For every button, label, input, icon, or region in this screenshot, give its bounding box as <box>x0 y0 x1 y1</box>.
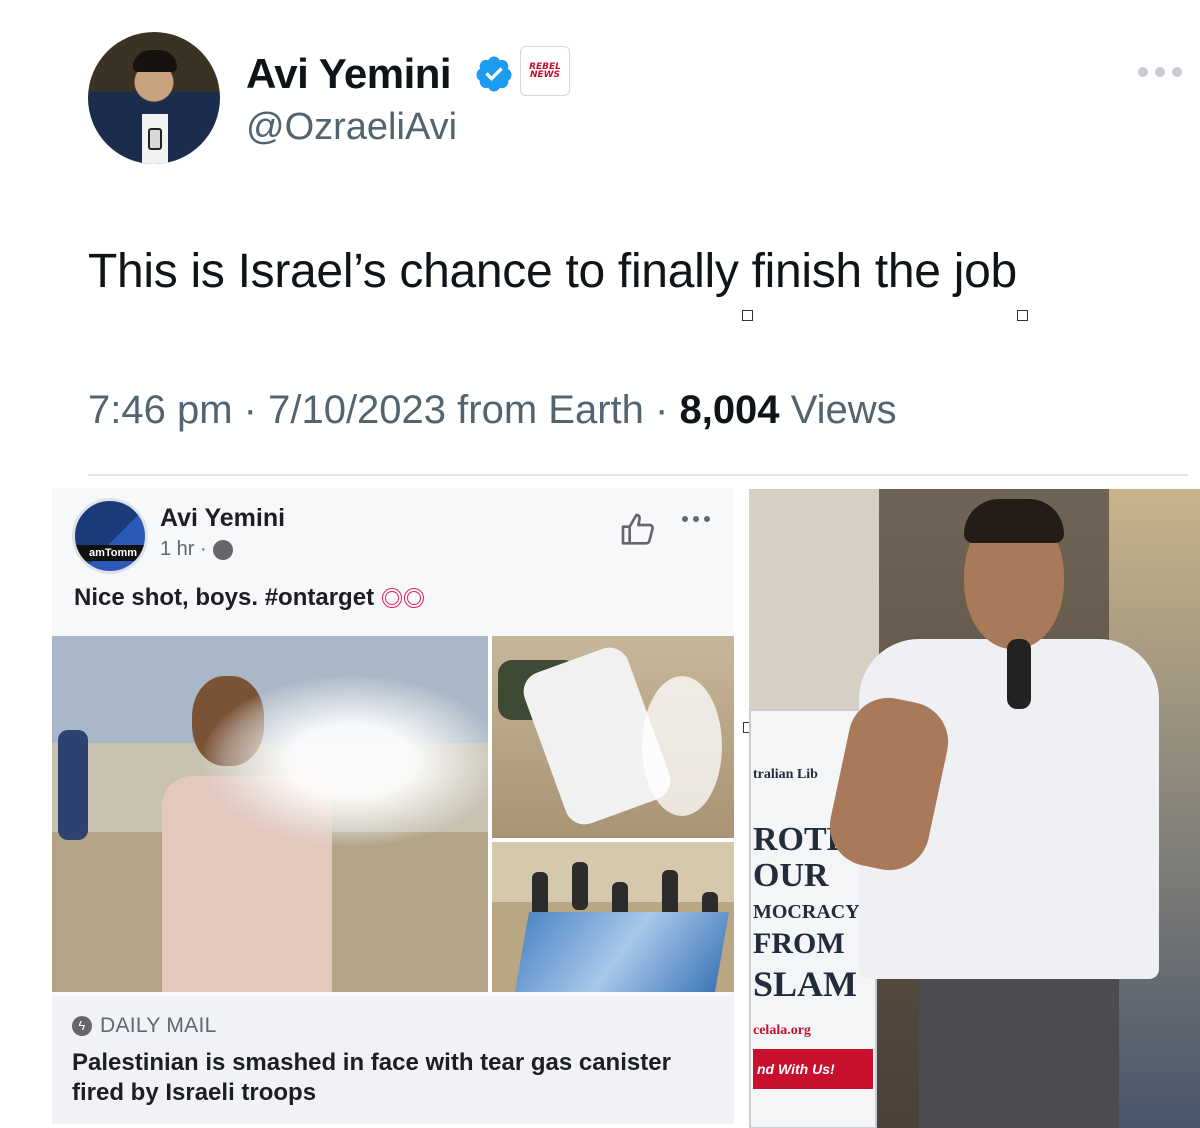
sign-line: OUR <box>753 857 829 894</box>
tweet-time[interactable]: 7:46 pm <box>88 388 233 432</box>
fb-caption-text: Nice shot, boys. #ontarget <box>74 584 375 611</box>
bolt-icon: ϟ <box>72 1016 92 1036</box>
like-icon <box>621 513 654 545</box>
fb-author-name: Avi Yemini <box>160 504 286 532</box>
divider <box>88 474 1188 476</box>
affiliate-badge-text: REBEL NEWS <box>529 62 561 80</box>
fb-caption: Nice shot, boys. #ontarget <box>74 584 425 612</box>
selection-handle[interactable] <box>1017 310 1028 321</box>
tweet-text: This is Israel’s chance to finally finis… <box>88 245 1017 298</box>
tweet-source: from Earth <box>457 388 644 432</box>
fb-photo-main <box>52 636 488 992</box>
views-count: 8,004 <box>679 388 780 432</box>
affiliate-badge[interactable]: REBEL NEWS <box>520 46 570 96</box>
tweet-meta: 7:46 pm · 7/10/2023 from Earth · 8,004 V… <box>88 388 897 432</box>
background-person <box>58 730 88 840</box>
fb-time-text: 1 hr · <box>160 538 207 560</box>
fb-post-time: 1 hr · <box>160 538 233 561</box>
sign-line: SLAM <box>753 964 858 1004</box>
fb-link-source-text: DAILY MAIL <box>100 1014 217 1037</box>
sign-line: tralian Lib <box>753 767 818 782</box>
sign-line: FROM <box>753 927 845 960</box>
sign-line: MOCRACY <box>753 901 860 923</box>
display-name[interactable]: Avi Yemini <box>246 50 452 98</box>
target-icon <box>382 588 403 608</box>
fb-photo-bottom-right <box>492 842 734 992</box>
selection-handle[interactable] <box>742 310 753 321</box>
fb-link-headline: Palestinian is smashed in face with tear… <box>72 1049 671 1106</box>
more-icon[interactable] <box>1138 62 1184 82</box>
fb-photo-top-right <box>492 636 734 838</box>
views-label: Views <box>790 388 897 432</box>
more-icon <box>682 516 710 522</box>
avatar-microphone <box>148 128 162 150</box>
fb-link-preview: ϟ DAILY MAIL Palestinian is smashed in f… <box>52 996 734 1124</box>
profile-avatar[interactable] <box>88 32 220 164</box>
tear-gas-smoke <box>202 676 488 846</box>
globe-icon <box>212 539 233 560</box>
fb-avatar: amTomm <box>72 498 148 574</box>
user-handle[interactable]: @OzraeliAvi <box>246 106 457 149</box>
microphone <box>1007 639 1031 709</box>
tweet-date[interactable]: 7/10/2023 <box>268 388 446 432</box>
rally-photo[interactable]: tralian Lib ROTECT OUR MOCRACY FROM SLAM… <box>749 489 1200 1128</box>
fb-link-source: ϟ DAILY MAIL <box>72 1014 217 1038</box>
sign-line: celala.org <box>753 1023 811 1038</box>
fb-avatar-tag: amTomm <box>75 545 145 561</box>
verified-icon <box>476 56 512 92</box>
target-icon <box>404 588 425 608</box>
facebook-post-screenshot[interactable]: amTomm Avi Yemini 1 hr · Nice shot, boys… <box>52 488 734 1124</box>
avatar-hair <box>133 50 177 72</box>
sign-line: nd With Us! <box>753 1049 873 1089</box>
